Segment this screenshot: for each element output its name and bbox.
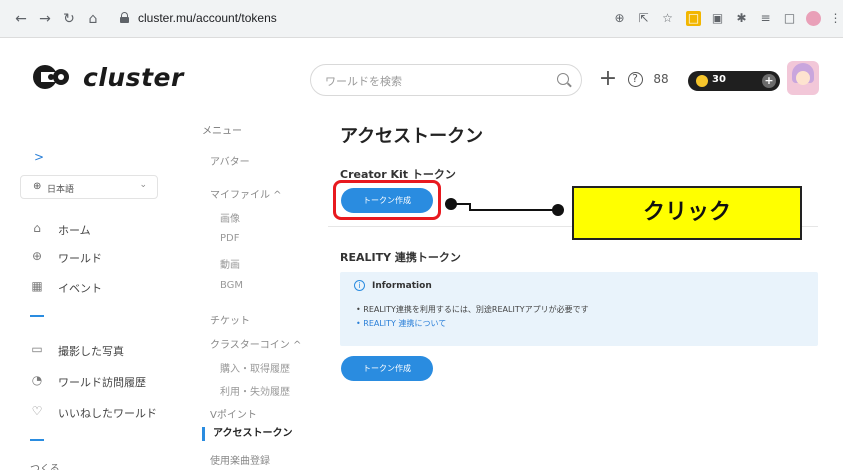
calendar-icon: ▦ xyxy=(31,279,43,293)
cluster-logo-icon xyxy=(33,65,73,89)
sidebar-divider xyxy=(30,439,44,441)
info-line-requirement: • REALITY連携を利用するには、別途REALITYアプリが必要です xyxy=(356,305,589,314)
menu-item-cluster-coin[interactable]: クラスターコイン ^ xyxy=(210,336,301,351)
click-callout: クリック xyxy=(572,186,802,240)
info-box: i Information • REALITY連携を利用するには、別途REALI… xyxy=(340,272,818,346)
reading-list-icon[interactable]: ≡ xyxy=(758,11,773,26)
extension-yellow-icon[interactable]: □ xyxy=(686,11,701,26)
coin-icon xyxy=(696,75,708,87)
heart-icon: ♡ xyxy=(31,404,43,418)
coin-balance[interactable]: 30 + xyxy=(688,71,780,91)
menu-item-access-token[interactable]: アクセストークン xyxy=(202,427,293,441)
side-panel-icon[interactable]: □ xyxy=(782,11,797,26)
extension-icon[interactable]: ▣ xyxy=(710,11,725,26)
puzzle-icon[interactable]: ✱ xyxy=(734,11,749,26)
menu-item-pdf[interactable]: PDF xyxy=(220,233,239,244)
globe-icon: ⊕ xyxy=(31,249,43,263)
address-bar[interactable]: cluster.mu/account/tokens xyxy=(110,8,600,30)
more-menu-icon[interactable]: ⋮ xyxy=(828,11,843,26)
language-label: 日本語 xyxy=(47,185,75,195)
menu-item-tickets[interactable]: チケット xyxy=(210,312,250,327)
back-arrow-icon[interactable]: ← xyxy=(12,10,30,28)
bookmark-star-icon[interactable]: ☆ xyxy=(660,11,675,26)
menu-title: メニュー xyxy=(202,126,242,137)
url-text: cluster.mu/account/tokens xyxy=(138,11,277,25)
info-title: Information xyxy=(372,281,432,291)
share-icon[interactable]: ⇱ xyxy=(636,11,651,26)
menu-item-video[interactable]: 動画 xyxy=(220,256,240,271)
connector-line xyxy=(451,203,471,205)
page-title: アクセストークン xyxy=(340,126,484,147)
menu-item-v-points[interactable]: Vポイント xyxy=(210,406,257,421)
history-icon: ◔ xyxy=(31,373,43,387)
reload-icon[interactable]: ↻ xyxy=(60,10,78,28)
language-select[interactable]: ⊕ 日本語 ⌄ xyxy=(20,175,158,199)
zoom-icon[interactable]: ⊕ xyxy=(612,11,627,26)
globe-icon: ⊕ xyxy=(33,181,42,192)
search-icon[interactable] xyxy=(557,73,569,85)
browser-toolbar: ← → ↻ ⌂ cluster.mu/account/tokens ⊕ ⇱ ☆ … xyxy=(0,0,843,38)
logo-text: cluster xyxy=(83,63,184,92)
menu-item-avatar[interactable]: アバター xyxy=(210,153,250,168)
reality-section-title: REALITY 連携トークン xyxy=(340,251,461,264)
search-placeholder: ワールドを検索 xyxy=(325,75,402,88)
friends-icon[interactable]: 88 xyxy=(650,66,672,92)
sidebar-divider xyxy=(30,315,44,317)
search-input[interactable]: ワールドを検索 xyxy=(310,64,582,96)
menu-item-my-files[interactable]: マイファイル ^ xyxy=(210,186,282,201)
lock-icon xyxy=(120,12,129,23)
help-icon[interactable]: ? xyxy=(624,66,646,92)
add-coin-button[interactable]: + xyxy=(762,74,776,88)
info-icon: i xyxy=(354,280,365,291)
connector-line xyxy=(469,209,555,211)
reality-link[interactable]: • REALITY 連携について xyxy=(356,318,446,329)
avatar[interactable] xyxy=(787,61,819,95)
menu-item-bgm[interactable]: BGM xyxy=(220,280,243,291)
connector-dot-end xyxy=(552,204,564,216)
coin-count: 30 xyxy=(712,74,726,85)
add-icon[interactable]: + xyxy=(597,66,619,92)
home-icon: ⌂ xyxy=(33,221,41,235)
highlight-box xyxy=(333,180,441,220)
create-section-label: つくる xyxy=(30,464,60,470)
menu-item-purchase-history[interactable]: 購入・取得履歴 xyxy=(220,360,290,375)
menu-item-images[interactable]: 画像 xyxy=(220,210,240,225)
forward-arrow-icon[interactable]: → xyxy=(36,10,54,28)
create-reality-token-button[interactable]: トークン作成 xyxy=(341,356,433,381)
chevron-down-icon: ⌄ xyxy=(139,180,147,190)
photo-icon: ▭ xyxy=(31,342,43,356)
home-browser-icon[interactable]: ⌂ xyxy=(84,10,102,28)
profile-icon[interactable] xyxy=(806,11,821,26)
expand-sidebar-icon[interactable]: > xyxy=(34,150,44,164)
menu-item-usage-history[interactable]: 利用・失効履歴 xyxy=(220,383,290,398)
menu-item-music-registration[interactable]: 使用楽曲登録 xyxy=(210,452,270,467)
